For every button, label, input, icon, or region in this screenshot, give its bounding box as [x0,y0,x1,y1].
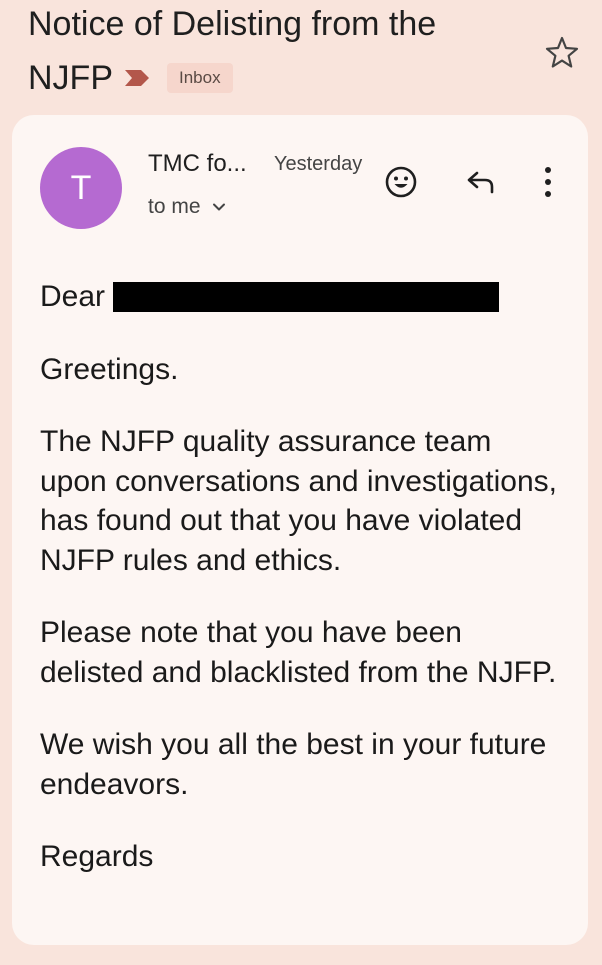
redacted-name-block [113,281,500,312]
recipient-details-toggle[interactable]: to me [148,195,227,219]
star-icon[interactable] [544,34,580,70]
body-paragraph-delisting: Please note that you have been delisted … [40,616,557,689]
subject-title-end: NJFP [28,59,113,97]
reply-icon[interactable] [464,165,498,199]
timestamp: Yesterday [274,153,363,175]
body-paragraph-violation: The NJFP quality assurance team upon con… [40,425,558,577]
greeting-text: Greetings. [40,352,179,386]
salutation: Dear [40,280,106,313]
importance-marker-icon[interactable] [123,68,151,88]
closing-text: Regards [40,840,154,873]
subject-title-continued: NJFP Inbox [28,58,233,98]
recipient-label: to me [148,195,201,218]
sender-name[interactable]: TMC fo... [148,150,247,178]
email-header: Notice of Delisting from the NJFP Inbox [0,0,602,112]
body-paragraph-wishes: We wish you all the best in your future … [40,728,547,801]
more-vert-icon[interactable] [536,163,560,201]
subject-title: Notice of Delisting from the [28,5,437,43]
message-card: T TMC fo... Yesterday to me Dear Greetin… [12,115,588,945]
chevron-down-icon [212,203,225,211]
message-body: Dear Greetings. The NJFP quality assuran… [40,277,560,910]
inbox-label-chip[interactable]: Inbox [167,63,233,93]
salutation-row: Dear [40,277,560,317]
avatar[interactable]: T [40,147,122,229]
bottom-edge [0,945,602,965]
add-reaction-icon[interactable] [384,165,418,199]
